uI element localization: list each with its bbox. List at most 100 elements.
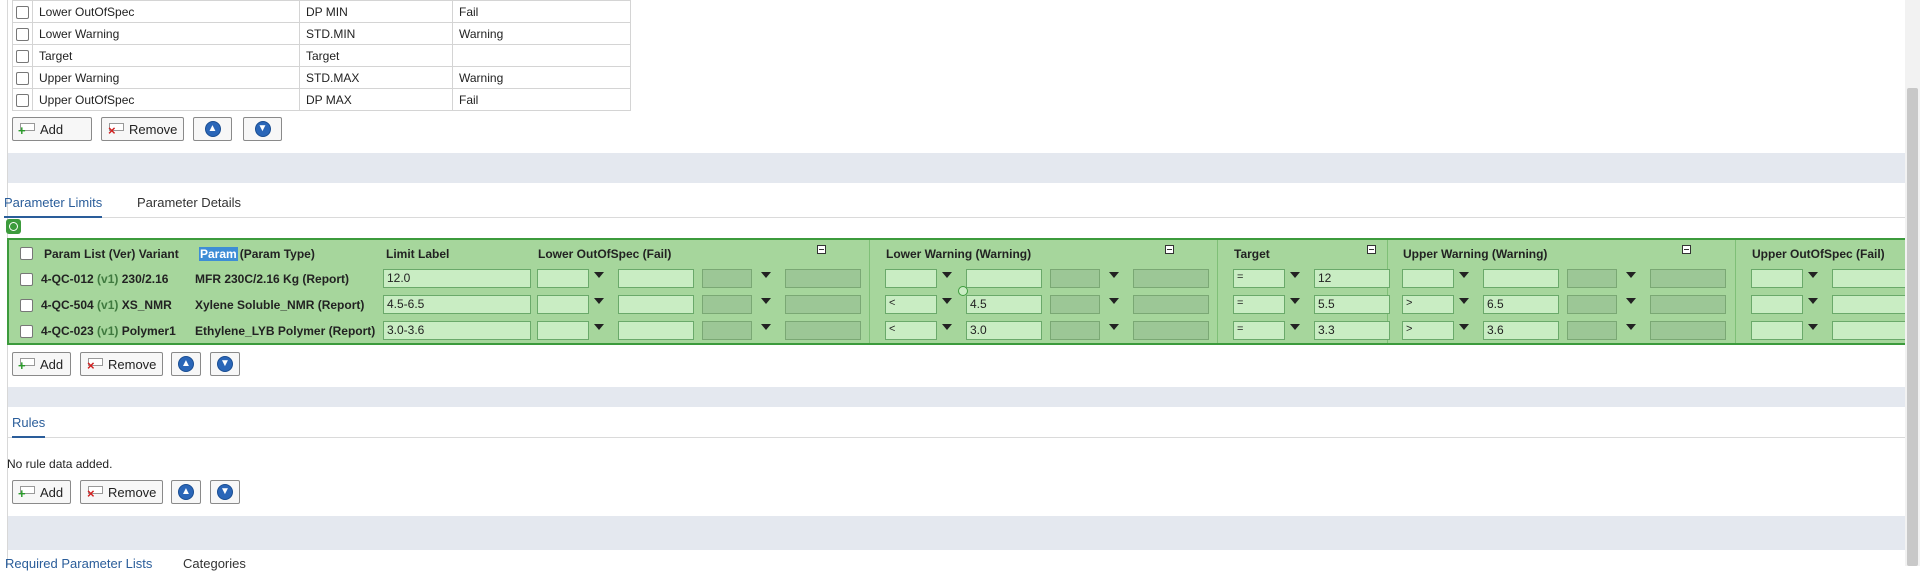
limit-label-input[interactable]: 4.5-6.5: [383, 295, 531, 314]
collapse-target-button[interactable]: [1367, 245, 1376, 254]
upper-warning-operator-select[interactable]: [1402, 269, 1454, 288]
header-upper-warning[interactable]: Upper Warning (Warning): [1403, 247, 1547, 261]
lower-oos-operator-select[interactable]: [537, 321, 589, 340]
header-upper-oos[interactable]: Upper OutOfSpec (Fail): [1752, 247, 1885, 261]
lower-warning-value-input[interactable]: 3.0: [966, 321, 1042, 340]
tab-required-parameter-lists[interactable]: Required Parameter Lists: [5, 556, 152, 571]
row-checkbox[interactable]: [16, 71, 29, 85]
target-operator-select[interactable]: =: [1233, 321, 1285, 340]
row-checkbox[interactable]: [16, 5, 29, 19]
tab-parameter-details[interactable]: Parameter Details: [137, 195, 241, 210]
chevron-down-icon[interactable]: [1806, 269, 1820, 281]
move-down-button[interactable]: ▼: [210, 480, 240, 504]
header-lower-warning[interactable]: Lower Warning (Warning): [886, 247, 1031, 261]
chevron-down-icon[interactable]: [1624, 269, 1638, 281]
row-checkbox[interactable]: [16, 49, 29, 63]
add-button[interactable]: Add: [12, 352, 71, 376]
move-up-button[interactable]: ▲: [171, 352, 201, 376]
chevron-down-icon[interactable]: [940, 321, 954, 333]
table-row[interactable]: Upper Warning STD.MAX Warning: [12, 66, 631, 89]
upper-oos-operator-select[interactable]: [1751, 295, 1803, 314]
chevron-down-icon[interactable]: [1806, 321, 1820, 333]
tab-rules[interactable]: Rules: [12, 415, 46, 438]
remove-button[interactable]: Remove: [80, 480, 163, 504]
add-button[interactable]: Add: [12, 117, 92, 141]
row-checkbox[interactable]: [20, 299, 33, 312]
collapse-lower-oos-button[interactable]: [817, 245, 826, 254]
chevron-down-icon[interactable]: [1457, 295, 1471, 307]
collapse-upper-warning-button[interactable]: [1682, 245, 1691, 254]
header-limit-label[interactable]: Limit Label: [386, 247, 449, 261]
chevron-down-icon[interactable]: [1457, 321, 1471, 333]
row-checkbox[interactable]: [20, 273, 33, 286]
chevron-down-icon[interactable]: [592, 321, 606, 333]
chevron-down-icon[interactable]: [1107, 269, 1121, 281]
row-checkbox[interactable]: [20, 325, 33, 338]
chevron-down-icon[interactable]: [759, 269, 773, 281]
chevron-down-icon[interactable]: [1624, 321, 1638, 333]
lower-oos-value-input[interactable]: [618, 295, 694, 314]
remove-button[interactable]: Remove: [80, 352, 163, 376]
header-target[interactable]: Target: [1234, 247, 1270, 261]
upper-warning-operator-select[interactable]: >: [1402, 321, 1454, 340]
chevron-down-icon[interactable]: [940, 269, 954, 281]
chevron-down-icon[interactable]: [592, 269, 606, 281]
tab-categories[interactable]: Categories: [183, 556, 246, 571]
limit-label-input[interactable]: 12.0: [383, 269, 531, 288]
grid-row[interactable]: 4-QC-023 (v1) Polymer1 Ethylene_LYB Poly…: [9, 318, 1918, 344]
move-up-button[interactable]: ▲: [171, 480, 201, 504]
chevron-down-icon[interactable]: [759, 295, 773, 307]
move-down-button[interactable]: ▼: [243, 117, 282, 141]
chevron-down-icon[interactable]: [940, 295, 954, 307]
upper-warning-value-input[interactable]: 6.5: [1483, 295, 1559, 314]
header-param[interactable]: Param (Param Type): [199, 247, 315, 261]
target-value-input[interactable]: 5.5: [1314, 295, 1390, 314]
chevron-down-icon[interactable]: [1288, 269, 1302, 281]
collapse-lower-warning-button[interactable]: [1165, 245, 1174, 254]
chevron-down-icon[interactable]: [592, 295, 606, 307]
target-operator-select[interactable]: =: [1233, 295, 1285, 314]
select-all-checkbox[interactable]: [20, 247, 33, 260]
chevron-down-icon[interactable]: [1288, 295, 1302, 307]
upper-warning-operator-select[interactable]: >: [1402, 295, 1454, 314]
upper-oos-operator-select[interactable]: [1751, 321, 1803, 340]
chevron-down-icon[interactable]: [1288, 321, 1302, 333]
lower-oos-value-input[interactable]: [618, 269, 694, 288]
resize-handle-icon[interactable]: [958, 286, 968, 296]
target-value-input[interactable]: 12: [1314, 269, 1390, 288]
header-lower-oos[interactable]: Lower OutOfSpec (Fail): [538, 247, 671, 261]
chevron-down-icon[interactable]: [1457, 269, 1471, 281]
upper-warning-value-input[interactable]: 3.6: [1483, 321, 1559, 340]
lower-warning-operator-select[interactable]: <: [885, 295, 937, 314]
move-up-button[interactable]: ▲: [193, 117, 232, 141]
move-down-button[interactable]: ▼: [210, 352, 240, 376]
scrollbar-thumb[interactable]: [1907, 88, 1918, 566]
table-row[interactable]: Upper OutOfSpec DP MAX Fail: [12, 88, 631, 111]
upper-oos-operator-select[interactable]: [1751, 269, 1803, 288]
target-operator-select[interactable]: =: [1233, 269, 1285, 288]
limit-label-input[interactable]: 3.0-3.6: [383, 321, 531, 340]
lower-warning-operator-select[interactable]: [885, 269, 937, 288]
add-button[interactable]: Add: [12, 480, 71, 504]
header-param-list[interactable]: Param List (Ver) Variant: [44, 247, 179, 261]
lower-warning-operator-select[interactable]: <: [885, 321, 937, 340]
lower-oos-operator-select[interactable]: [537, 269, 589, 288]
chevron-down-icon[interactable]: [1107, 295, 1121, 307]
table-row[interactable]: Lower Warning STD.MIN Warning: [12, 22, 631, 45]
lower-oos-operator-select[interactable]: [537, 295, 589, 314]
row-checkbox[interactable]: [16, 27, 29, 41]
chevron-down-icon[interactable]: [1107, 321, 1121, 333]
chevron-down-icon[interactable]: [1624, 295, 1638, 307]
upper-warning-value-input[interactable]: [1483, 269, 1559, 288]
table-row[interactable]: Target Target: [12, 44, 631, 67]
lower-oos-value-input[interactable]: [618, 321, 694, 340]
chevron-down-icon[interactable]: [759, 321, 773, 333]
remove-button[interactable]: Remove: [101, 117, 184, 141]
lower-warning-value-input[interactable]: [966, 269, 1042, 288]
table-row[interactable]: Lower OutOfSpec DP MIN Fail: [12, 0, 631, 23]
row-checkbox[interactable]: [16, 93, 29, 107]
target-value-input[interactable]: 3.3: [1314, 321, 1390, 340]
lower-warning-value-input[interactable]: 4.5: [966, 295, 1042, 314]
tab-parameter-limits[interactable]: Parameter Limits: [4, 195, 103, 218]
chevron-down-icon[interactable]: [1806, 295, 1820, 307]
